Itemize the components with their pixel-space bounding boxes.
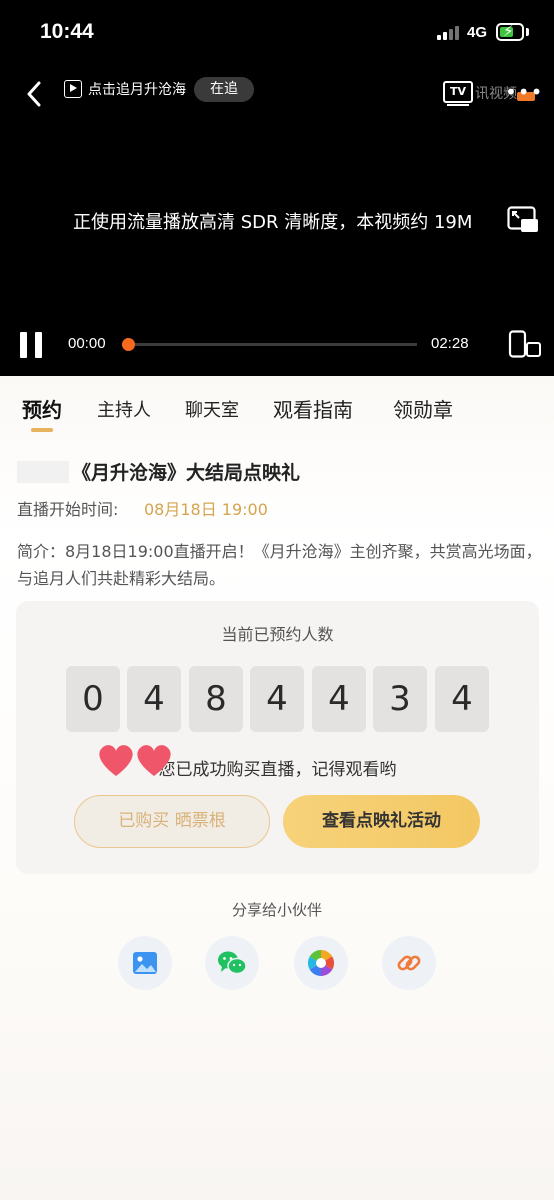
image-icon [133, 952, 157, 974]
share-image-button[interactable] [118, 936, 172, 990]
bought-share-ticket-button[interactable]: 已购买 晒票根 [74, 795, 270, 848]
view-activity-button[interactable]: 查看点映礼活动 [283, 795, 480, 848]
event-title: 《月升沧海》大结局点映礼 [72, 462, 301, 484]
moments-icon [307, 949, 335, 977]
content-panel: 预约 主持人 聊天室 观看指南 领勋章 《月升沧海》大结局点映礼 直播开始时间:… [0, 376, 554, 1200]
status-time: 10:44 [40, 20, 94, 43]
count-digit: 0 [66, 666, 120, 732]
network-type: 4G [467, 24, 488, 41]
play-icon [64, 80, 82, 98]
title-tag-placeholder [17, 461, 69, 483]
follow-show-link[interactable]: 点击追月升沧海 [88, 79, 186, 99]
count-digit: 4 [435, 666, 489, 732]
count-digit: 4 [250, 666, 304, 732]
progress-bar[interactable] [122, 338, 417, 351]
video-player[interactable]: 10:44 4G ⚡ 点击追月升沧海 在追 TV 讯视频 ••• 正使用流量播放… [0, 0, 554, 376]
more-icon[interactable]: ••• [505, 82, 543, 102]
back-arrow-icon[interactable] [22, 80, 46, 108]
tab-host[interactable]: 主持人 [97, 396, 151, 422]
share-link-button[interactable] [382, 936, 436, 990]
tab-bar: 预约 主持人 聊天室 观看指南 领勋章 [0, 376, 554, 436]
pause-icon[interactable] [19, 330, 45, 360]
share-wechat-button[interactable] [205, 936, 259, 990]
start-time-value: 08月18日 19:00 [144, 500, 268, 519]
count-digit: 8 [189, 666, 243, 732]
event-intro: 简介：8月18日19:00直播开启！《月升沧海》主创齐聚，共赏高光场面，与追月人… [17, 542, 542, 588]
reservation-count-title: 当前已预约人数 [221, 625, 334, 644]
purchase-success-message: 您已成功购买直播，记得观看哟 [158, 760, 397, 780]
count-digit: 4 [127, 666, 181, 732]
wechat-icon [218, 951, 247, 975]
signal-icon [437, 26, 463, 40]
rotate-screen-icon[interactable] [508, 330, 542, 358]
charging-bolt-icon: ⚡ [503, 22, 514, 40]
count-digit: 4 [312, 666, 366, 732]
count-digit: 3 [373, 666, 427, 732]
total-time: 02:28 [431, 335, 469, 352]
tv-logo-stand [447, 104, 469, 106]
progress-thumb[interactable] [122, 338, 135, 351]
hearts-icon [99, 745, 171, 776]
tab-reserve[interactable]: 预约 [22, 394, 62, 423]
status-bar: 10:44 4G ⚡ [0, 0, 554, 64]
following-badge[interactable]: 在追 [194, 77, 254, 102]
link-icon [397, 955, 421, 971]
tab-indicator [31, 428, 53, 432]
tv-logo-icon: TV [443, 81, 473, 103]
tab-guide[interactable]: 观看指南 [273, 394, 353, 423]
start-time-label: 直播开始时间: [17, 500, 119, 519]
tab-chatroom[interactable]: 聊天室 [185, 396, 239, 422]
share-title: 分享给小伙伴 [231, 901, 322, 919]
battery-tip [526, 28, 529, 36]
share-moments-button[interactable] [294, 936, 348, 990]
data-usage-notice: 正使用流量播放高清 SDR 清晰度，本视频约 19M [73, 212, 473, 233]
current-time: 00:00 [68, 335, 106, 352]
pip-icon[interactable] [507, 206, 539, 234]
tab-medal[interactable]: 领勋章 [393, 394, 453, 423]
reservation-card: 当前已预约人数 0 4 8 4 4 3 4 您已成功购买直播，记得观看哟 已购买… [16, 601, 539, 874]
